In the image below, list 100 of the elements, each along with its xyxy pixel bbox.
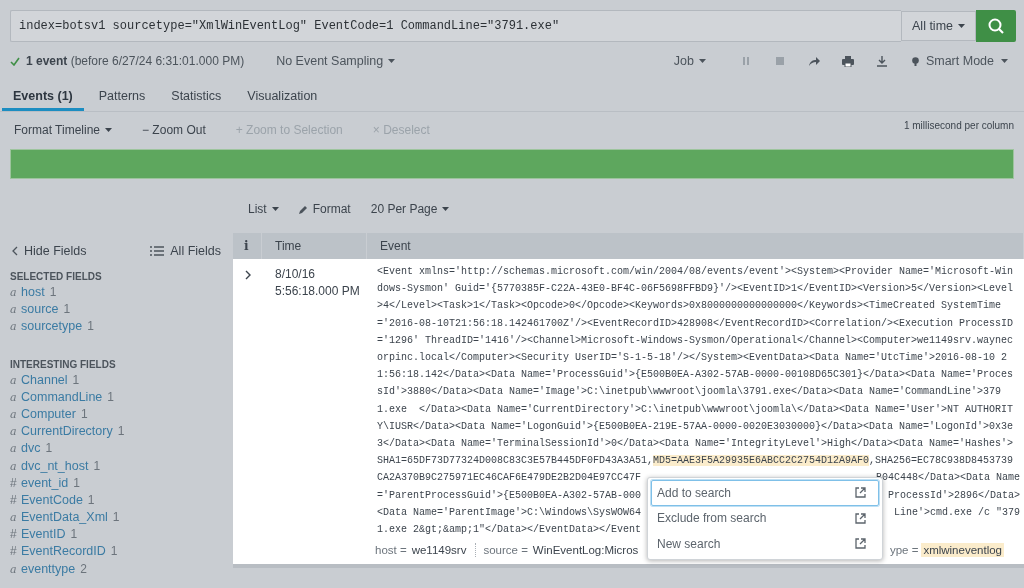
field-name[interactable]: CommandLine bbox=[21, 389, 103, 404]
field-type: a bbox=[10, 442, 18, 456]
field-name[interactable]: EventID bbox=[21, 527, 66, 542]
field-type: # bbox=[10, 492, 18, 507]
field-name[interactable]: EventCode bbox=[21, 492, 83, 507]
event-text: <Data Name='ParentImage'>C:\Windows\SysWOW64 bbox=[377, 506, 642, 518]
field-key: source = bbox=[483, 544, 528, 556]
format-timeline-dropdown[interactable]: Format Timeline bbox=[14, 123, 113, 137]
menu-item[interactable]: New search bbox=[651, 531, 879, 557]
event-text: Line'>cmd.exe /c "379 bbox=[893, 506, 1020, 518]
field-key: host = bbox=[375, 544, 407, 556]
field-name[interactable]: EventRecordID bbox=[21, 544, 106, 559]
field-count: 2 bbox=[80, 561, 87, 576]
field-name[interactable]: eventtype bbox=[21, 561, 76, 576]
check-icon bbox=[10, 56, 20, 66]
field-key: ype = bbox=[889, 544, 919, 556]
job-dropdown[interactable]: Job bbox=[673, 54, 706, 68]
event-time: 5:56:18.000 PM bbox=[275, 283, 361, 300]
download-icon[interactable] bbox=[876, 55, 887, 67]
field-value[interactable]: xmlwineventlog bbox=[921, 543, 1004, 557]
field-count: 1 bbox=[63, 302, 71, 317]
field-count: 1 bbox=[73, 475, 80, 490]
event-text: orpinc.local</Computer><Security UserID='S-1-5-18'/></System><EventData><Data Name='UtcTime'>2016-08-10 2 bbox=[377, 352, 1008, 364]
field-count: 1 bbox=[49, 285, 57, 299]
field-name[interactable]: Channel bbox=[21, 372, 68, 387]
caret-icon bbox=[698, 59, 706, 63]
time-range-dropdown[interactable]: All time bbox=[901, 11, 976, 41]
event-text: Y\IUSR</Data><Data Name='LogonGuid'>{E500B0EA-219E-57AA-0000-0020E3030000}</Data><Data Name='LogonId'>0x3e bbox=[377, 420, 1014, 432]
results-dropdown[interactable]: 20 Per Page bbox=[370, 202, 450, 216]
field-type: a bbox=[10, 407, 18, 421]
menu-item[interactable]: Exclude from search bbox=[651, 505, 879, 531]
event-sampling-dropdown[interactable]: No Event Sampling bbox=[276, 54, 396, 68]
tab[interactable]: Events (1) bbox=[2, 80, 84, 111]
field-count: 1 bbox=[80, 406, 88, 421]
format-button[interactable]: Format bbox=[298, 202, 351, 216]
share-icon[interactable] bbox=[807, 56, 820, 66]
results-dropdown[interactable]: List bbox=[248, 202, 279, 216]
menu-item[interactable]: Add to search bbox=[651, 480, 879, 506]
field-type: a bbox=[10, 511, 18, 525]
field-count: 1 bbox=[87, 492, 95, 507]
event-text: 3</Data><Data Name='TerminalSessionId'>0</Data><Data Name='IntegrityLevel'>High</Data><Data Name='Hashes'> bbox=[377, 437, 1014, 449]
field-count: 1 bbox=[87, 319, 94, 334]
pencil-icon bbox=[298, 204, 308, 214]
timeline-action-button[interactable]: − Zoom Out bbox=[142, 123, 206, 137]
tab[interactable]: Visualization bbox=[236, 80, 329, 111]
field-type: a bbox=[10, 373, 18, 387]
event-count-status: 1 event (before 6/27/24 6:31:01.000 PM) bbox=[26, 54, 245, 68]
search-field[interactable]: index=botsv1 sourcetype="XmlWinEventLog" EventCode=1 CommandLine="3791.exe" bbox=[10, 10, 901, 42]
chevron-left-icon bbox=[12, 246, 18, 256]
field-type: # bbox=[10, 544, 18, 559]
hide-fields-button[interactable]: Hide Fields bbox=[12, 244, 87, 258]
field-count: 1 bbox=[110, 544, 118, 559]
all-fields-button[interactable]: All Fields bbox=[150, 244, 221, 258]
field-name[interactable]: Computer bbox=[21, 406, 76, 421]
field-name[interactable]: source bbox=[21, 302, 59, 317]
field-type: a bbox=[10, 459, 18, 473]
event-text: ='2016-08-10T21:56:18.142461700Z'/><EventRecordID>428908</EventRecordID><Correlation/><Execution ProcessID bbox=[377, 317, 1014, 329]
field-type: a bbox=[10, 390, 18, 404]
event-text: ,SHA256=EC78C938D8453739 bbox=[869, 455, 1014, 467]
event-text: >4</Level><Task>1</Task><Opcode>0</Opcode><Keywords>0x8000000000000000</Keywords><TimeCreated SystemTime bbox=[377, 300, 1002, 312]
caret-icon bbox=[388, 59, 396, 63]
event-text: 1.exe </Data><Data Name='CurrentDirectory'>C:\inetpub\wwwroot\joomla\</Data><Data Name='User'>NT AUTHORIT bbox=[377, 403, 1014, 415]
event-text: ='ParentProcessGuid'>{E500B0EA-A302-57AB-000 bbox=[377, 489, 642, 501]
highlighted-text: MD5=AAE3F5A29935E6ABCC2C2754D12A9AF0 bbox=[653, 455, 870, 467]
field-value[interactable]: WinEventLog:Micros bbox=[530, 543, 641, 557]
field-type: a bbox=[10, 562, 18, 576]
expand-chevron-icon[interactable] bbox=[244, 270, 251, 280]
field-name[interactable]: dvc bbox=[21, 441, 41, 456]
tab[interactable]: Patterns bbox=[87, 80, 157, 111]
event-time: 8/10/16 bbox=[275, 266, 317, 283]
field-name[interactable]: sourcetype bbox=[21, 319, 83, 334]
event-text: ProcessId'>2896</Data> bbox=[887, 489, 1020, 501]
timeline-resolution: 1 millisecond per column bbox=[903, 119, 1014, 131]
event-text: 1.exe 2&gt;&amp;1"</Data></EventData></Event bbox=[377, 523, 642, 535]
field-count: 1 bbox=[45, 441, 53, 456]
event-text: ='1296' ThreadID='1416'/><Channel>Microsoft-Windows-Sysmon/Operational</Channel><Computer>we1149srv.waynec bbox=[377, 334, 1014, 346]
field-type: a bbox=[10, 425, 18, 439]
field-name[interactable]: host bbox=[21, 285, 45, 299]
field-count: 1 bbox=[93, 458, 101, 473]
field-name[interactable]: event_id bbox=[21, 475, 69, 490]
field-name[interactable]: EventData_Xml bbox=[21, 510, 108, 525]
external-link-icon bbox=[855, 487, 866, 499]
caret-icon bbox=[271, 207, 279, 211]
print-icon[interactable] bbox=[841, 55, 854, 67]
field-count: 1 bbox=[70, 527, 78, 542]
search-mode-dropdown[interactable]: Smart Mode bbox=[911, 54, 1008, 68]
search-icon bbox=[988, 18, 1004, 34]
field-type: a bbox=[10, 320, 18, 334]
field-value[interactable]: we1149srv bbox=[409, 543, 469, 557]
external-link-icon bbox=[855, 512, 866, 524]
external-link-icon bbox=[855, 538, 866, 550]
search-button[interactable] bbox=[976, 10, 1016, 42]
field-type: # bbox=[10, 475, 18, 490]
event-text: sId'>3880</Data><Data Name='Image'>C:\inetpub\wwwroot\joomla\3791.exe</Data><Data Name='CommandLine'>379 bbox=[377, 386, 1002, 398]
section-heading: INTERESTING FIELDS bbox=[10, 358, 117, 370]
field-count: 1 bbox=[107, 389, 114, 404]
tab[interactable]: Statistics bbox=[160, 80, 233, 111]
field-type: a bbox=[10, 286, 18, 299]
field-name[interactable]: dvc_nt_host bbox=[21, 458, 89, 473]
field-name[interactable]: CurrentDirectory bbox=[21, 424, 113, 439]
